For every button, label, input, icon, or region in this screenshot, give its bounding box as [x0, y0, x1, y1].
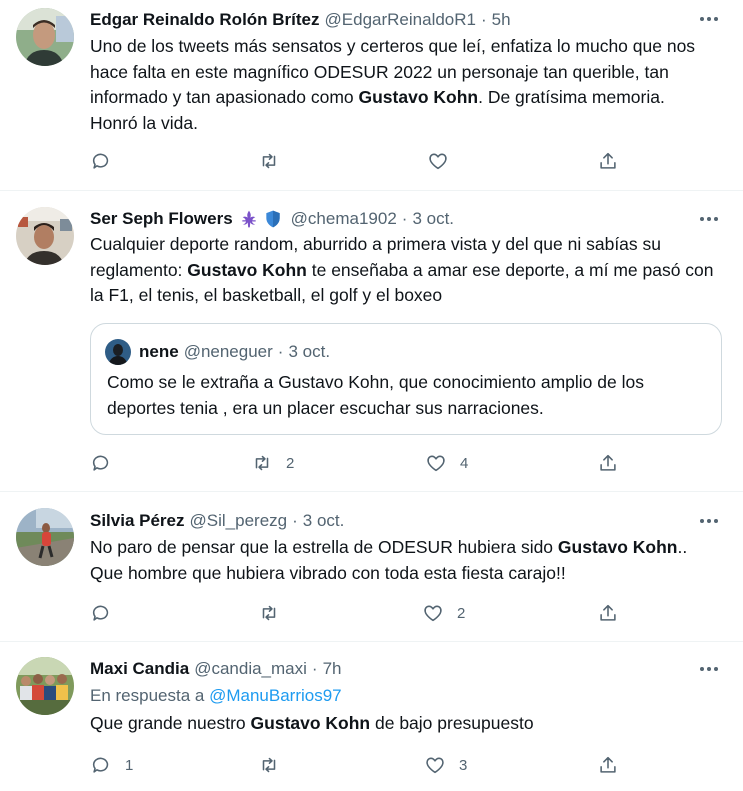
separator-dot: ·	[401, 209, 408, 228]
quoted-timestamp[interactable]: 3 oct.	[288, 342, 330, 362]
tweet-actions: 1 3	[90, 753, 630, 777]
quoted-author-name[interactable]: nene	[139, 342, 179, 362]
like-button[interactable]: 4	[425, 451, 468, 475]
author-handle[interactable]: @Sil_perezg	[190, 510, 288, 532]
separator-dot: ·	[292, 511, 298, 530]
quoted-tweet[interactable]: nene @neneguer · 3 oct. Como se le extra…	[90, 323, 722, 435]
reply-mention-link[interactable]: @ManuBarrios97	[209, 686, 342, 705]
shield-icon	[266, 210, 280, 228]
mention-bold: Gustavo Kohn	[358, 87, 479, 108]
like-button[interactable]	[427, 149, 462, 173]
share-icon	[600, 454, 616, 471]
author-name[interactable]: Silvia Pérez	[90, 510, 185, 532]
share-icon	[600, 152, 616, 169]
tweet-text: Uno de los tweets más sensatos y certero…	[90, 34, 717, 137]
timestamp[interactable]: 3 oct.	[303, 510, 345, 532]
like-icon	[424, 605, 442, 622]
tweet[interactable]: Silvia Pérez @Sil_perezg · 3 oct. No par…	[0, 492, 743, 641]
quoted-author-handle[interactable]: @neneguer	[184, 342, 273, 362]
retweet-button[interactable]	[258, 149, 293, 173]
retweet-icon	[262, 153, 276, 169]
timestamp[interactable]: 3 oct.	[412, 208, 454, 230]
reply-context: En respuesta a @ManuBarrios97	[90, 685, 342, 707]
share-button[interactable]	[597, 451, 619, 475]
reply-prefix: En respuesta a	[90, 686, 210, 705]
author-handle[interactable]: @candia_maxi	[194, 658, 307, 680]
share-button[interactable]	[597, 149, 619, 173]
like-icon	[427, 455, 445, 472]
mention-bold: Gustavo Kohn	[187, 259, 307, 280]
share-icon	[600, 604, 616, 621]
author-handle[interactable]: @chema1902	[291, 208, 397, 230]
mention-bold: Gustavo Kohn	[557, 537, 678, 557]
like-button[interactable]: 3	[424, 753, 467, 777]
separator-dot: ·	[311, 659, 318, 678]
tweet-actions: 2 4	[90, 451, 630, 475]
share-button[interactable]	[597, 753, 619, 777]
tweet[interactable]: Ser Seph Flowers @chema1902 · 3 oct. Cua…	[0, 191, 743, 491]
reply-button[interactable]	[90, 149, 125, 173]
avatar[interactable]	[16, 657, 74, 715]
retweet-button[interactable]: 2	[251, 451, 294, 475]
share-button[interactable]	[597, 601, 619, 625]
separator-dot: ·	[481, 10, 487, 29]
reply-icon	[92, 153, 109, 169]
share-icon	[600, 756, 616, 773]
reply-button[interactable]	[90, 451, 125, 475]
reply-icon	[92, 605, 109, 621]
fleur-de-lis-icon	[242, 210, 256, 228]
avatar[interactable]	[16, 8, 74, 66]
avatar[interactable]	[16, 207, 74, 265]
reply-button[interactable]	[90, 601, 125, 625]
retweet-button[interactable]	[258, 601, 293, 625]
retweet-count: 2	[286, 454, 295, 472]
quoted-text: Como se le extraña a Gustavo Kohn, que c…	[107, 372, 644, 418]
reply-icon	[92, 455, 109, 471]
like-count: 3	[459, 756, 468, 774]
separator-dot: ·	[277, 342, 284, 361]
retweet-icon	[262, 757, 276, 773]
like-count: 4	[460, 454, 469, 472]
tweet-text: Cualquier deporte random, aburrido a pri…	[90, 232, 717, 309]
author-handle[interactable]: @EdgarReinaldoR1	[325, 9, 476, 31]
retweet-button[interactable]	[258, 753, 293, 777]
tweet[interactable]: Maxi Candia @candia_maxi · 7h En respues…	[0, 642, 743, 791]
text-segment: Que grande nuestro	[90, 713, 251, 733]
like-button[interactable]: 2	[422, 601, 465, 625]
like-icon	[429, 153, 447, 170]
tweet[interactable]: Edgar Reinaldo Rolón Brítez @EdgarReinal…	[0, 0, 743, 190]
retweet-icon	[255, 455, 269, 471]
tweet-text: No paro de pensar que la estrella de ODE…	[90, 535, 717, 586]
reply-count: 1	[125, 756, 134, 774]
text-segment: No paro de pensar que la estrella de ODE…	[90, 537, 558, 557]
text-segment: de bajo presupuesto	[370, 713, 534, 733]
more-icon[interactable]	[697, 659, 721, 679]
tweet-actions	[90, 149, 630, 173]
tweet-text: Que grande nuestro Gustavo Kohn de bajo …	[90, 711, 717, 737]
more-icon[interactable]	[697, 9, 721, 29]
like-count: 2	[457, 604, 466, 622]
reply-icon	[92, 757, 109, 773]
tweet-actions: 2	[90, 601, 630, 625]
reply-button[interactable]: 1	[90, 753, 133, 777]
more-icon[interactable]	[697, 511, 721, 531]
mention-bold: Gustavo Kohn	[250, 713, 371, 733]
quoted-avatar[interactable]	[105, 339, 131, 365]
author-name[interactable]: Ser Seph Flowers	[90, 208, 233, 230]
author-name[interactable]: Edgar Reinaldo Rolón Brítez	[90, 9, 320, 31]
timestamp[interactable]: 5h	[492, 9, 511, 31]
avatar[interactable]	[16, 508, 74, 566]
author-name[interactable]: Maxi Candia	[90, 658, 189, 680]
retweet-icon	[262, 605, 276, 621]
like-icon	[426, 757, 444, 774]
more-icon[interactable]	[697, 209, 721, 229]
timestamp[interactable]: 7h	[323, 658, 342, 680]
